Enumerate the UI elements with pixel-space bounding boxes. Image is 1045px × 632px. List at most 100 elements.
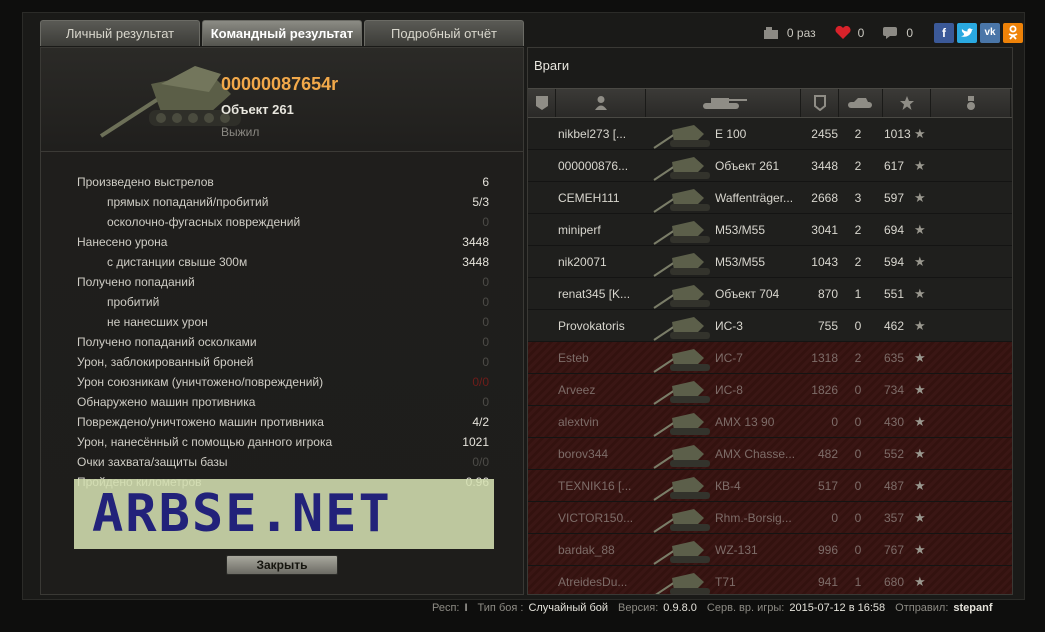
enemy-damage: 2668 <box>811 191 838 205</box>
enemy-vehicle-name: ИС-7 <box>715 351 743 365</box>
stat-value: 0 <box>482 355 489 369</box>
stat-value: 3448 <box>462 235 489 249</box>
stat-label: осколочно-фугасных повреждений <box>107 215 301 229</box>
enemy-row[interactable]: Arveez ИС-8 1826 0 734 ★ <box>528 374 1012 406</box>
stat-value: 6 <box>482 175 489 189</box>
kills-icon[interactable] <box>839 89 883 117</box>
vk-icon[interactable]: vk <box>980 23 1000 43</box>
stat-value: 0 <box>482 295 489 309</box>
enemy-kills: 3 <box>854 191 862 205</box>
enemy-row[interactable]: nikbel273 [... E 100 2455 2 1013 ★ <box>528 118 1012 150</box>
enemy-row[interactable]: Esteb ИС-7 1318 2 635 ★ <box>528 342 1012 374</box>
stat-value: 0/0 <box>472 375 489 389</box>
enemy-kills: 0 <box>854 319 862 333</box>
enemy-damage: 1318 <box>811 351 838 365</box>
enemy-kills: 2 <box>854 223 862 237</box>
enemy-damage: 3041 <box>811 223 838 237</box>
sender-value[interactable]: stepanf <box>953 602 992 614</box>
enemy-vehicle-name: E 100 <box>715 127 747 141</box>
enemy-player-name: borov344 <box>558 447 609 461</box>
server-time-label: Серв. вр. игры: <box>706 602 785 614</box>
tab-team[interactable]: Командный результат <box>202 20 362 46</box>
damage-icon[interactable] <box>801 89 839 117</box>
result-tabs: Личный результат Командный результат Под… <box>40 20 526 46</box>
enemy-kills: 2 <box>854 127 862 141</box>
enemy-kills: 1 <box>854 287 862 301</box>
battle-type-value: Случайный бой <box>528 602 609 614</box>
stat-label: Повреждено/уничтожено машин противника <box>77 415 324 429</box>
twitter-icon[interactable] <box>957 23 977 43</box>
tab-detailed[interactable]: Подробный отчёт <box>364 20 524 46</box>
xp-star-icon: ★ <box>914 510 926 525</box>
enemy-row[interactable]: bardak_88 WZ-131 996 0 767 ★ <box>528 534 1012 566</box>
enemy-player-name: 000000876... <box>558 159 629 173</box>
battle-info-footer: Респ: I Тип боя : Случайный бой Версия: … <box>432 600 1003 616</box>
views-count: 0 раз <box>786 26 816 40</box>
stat-label: Произведено выстрелов <box>77 175 214 189</box>
social-bar: 0 раз 0 0 f vk <box>763 22 1023 44</box>
enemy-player-name: Arveez <box>558 383 596 397</box>
enemy-player-name: Esteb <box>558 351 589 365</box>
enemy-tank-icon <box>650 118 716 150</box>
enemy-damage: 0 <box>831 415 838 429</box>
stat-label: Получено попаданий осколками <box>77 335 257 349</box>
facebook-icon[interactable]: f <box>934 23 954 43</box>
enemy-damage: 517 <box>817 479 838 493</box>
enemy-row[interactable]: miniperf M53/M55 3041 2 694 ★ <box>528 214 1012 246</box>
enemy-tank-icon <box>650 182 716 214</box>
enemy-row[interactable]: AtreidesDu... T71 941 1 680 ★ <box>528 566 1012 594</box>
tab-personal[interactable]: Личный результат <box>40 20 200 46</box>
enemy-row[interactable]: alextvin AMX 13 90 0 0 430 ★ <box>528 406 1012 438</box>
enemy-player-name: VICTOR150... <box>558 511 634 525</box>
stat-label: Очки захвата/защиты базы <box>77 455 228 469</box>
enemies-title: Враги <box>534 58 570 73</box>
tank-column-icon[interactable] <box>646 89 801 117</box>
stat-label: Получено попаданий <box>77 275 195 289</box>
stat-value: 1021 <box>462 435 489 449</box>
stat-label: с дистанции свыше 300м <box>107 255 248 269</box>
vehicle-name: Объект 261 <box>221 102 294 117</box>
heart-icon[interactable] <box>834 25 852 40</box>
enemy-damage: 2455 <box>811 127 838 141</box>
survival-status: Выжил <box>221 125 260 139</box>
stat-label: прямых попаданий/пробитий <box>107 195 269 209</box>
enemy-player-name: miniperf <box>558 223 601 237</box>
xp-star-icon: ★ <box>914 222 926 237</box>
xp-star-icon: ★ <box>914 478 926 493</box>
enemy-row[interactable]: CEMEH111 Waffenträger... 2668 3 597 ★ <box>528 182 1012 214</box>
enemy-damage: 482 <box>817 447 838 461</box>
enemy-kills: 2 <box>854 159 862 173</box>
enemy-row[interactable]: renat345 [K... Объект 704 870 1 551 ★ <box>528 278 1012 310</box>
battle-type-label: Тип боя : <box>477 602 524 614</box>
enemy-kills: 1 <box>854 575 862 589</box>
likes-count: 0 <box>857 26 865 40</box>
stat-row: Нанесено урона 3448 <box>77 232 489 252</box>
enemy-row[interactable]: TEXNIK16 [... КВ-4 517 0 487 ★ <box>528 470 1012 502</box>
enemy-vehicle-name: ИС-3 <box>715 319 743 333</box>
medal-icon[interactable] <box>931 89 1011 117</box>
enemy-vehicle-name: M53/M55 <box>715 223 766 237</box>
rank-icon[interactable] <box>528 89 556 117</box>
player-icon[interactable] <box>556 89 646 117</box>
xp-star-icon[interactable] <box>883 89 931 117</box>
stat-label: Урон, нанесённый с помощью данного игрок… <box>77 435 333 449</box>
odnoklassniki-icon[interactable] <box>1003 23 1023 43</box>
enemy-row[interactable]: nik20071 M53/M55 1043 2 594 ★ <box>528 246 1012 278</box>
close-button[interactable]: Закрыть <box>226 555 338 575</box>
enemy-vehicle-name: Waffenträger... <box>715 191 794 205</box>
enemy-row[interactable]: borov344 AMX Chasse... 482 0 552 ★ <box>528 438 1012 470</box>
enemy-damage: 3448 <box>811 159 838 173</box>
enemy-row[interactable]: VICTOR150... Rhm.-Borsig... 0 0 357 ★ <box>528 502 1012 534</box>
enemies-table-header <box>528 88 1012 118</box>
stat-label: Урон, заблокированный броней <box>77 355 254 369</box>
enemy-damage: 941 <box>817 575 838 589</box>
enemy-kills: 0 <box>854 479 862 493</box>
enemy-row[interactable]: 000000876... Объект 261 3448 2 617 ★ <box>528 150 1012 182</box>
enemy-row[interactable]: Provokatoris ИС-3 755 0 462 ★ <box>528 310 1012 342</box>
comment-icon[interactable] <box>882 26 900 40</box>
enemy-player-name: nikbel273 [... <box>558 127 627 141</box>
xp-star-icon: ★ <box>914 254 926 269</box>
stat-row: осколочно-фугасных повреждений 0 <box>77 212 489 232</box>
enemy-player-name: CEMEH111 <box>558 191 620 205</box>
enemies-list: nikbel273 [... E 100 2455 2 1 0 1 3 ★ 000000876..… <box>528 118 1012 594</box>
